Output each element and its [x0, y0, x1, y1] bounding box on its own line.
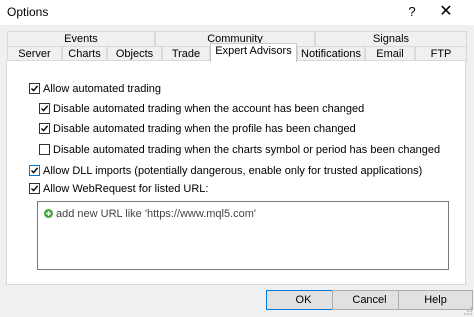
- tab-signals[interactable]: Signals: [315, 31, 467, 46]
- ok-button[interactable]: OK: [266, 290, 341, 310]
- allow-webrequest-label: Allow WebRequest for listed URL:: [43, 183, 209, 195]
- allow-automated-trading-checkbox[interactable]: [29, 83, 40, 94]
- window-title: Options: [7, 5, 49, 19]
- allow-dll-imports-label: Allow DLL imports (potentially dangerous…: [43, 165, 423, 177]
- tab-expert-advisors[interactable]: Expert Advisors: [210, 43, 297, 62]
- close-icon[interactable]: ✕: [427, 0, 465, 25]
- tab-charts[interactable]: Charts: [62, 46, 107, 61]
- disable-on-symbol-change-label: Disable automated trading when the chart…: [53, 144, 441, 156]
- add-url-placeholder[interactable]: add new URL like 'https://www.mql5.com': [56, 208, 256, 220]
- help-button[interactable]: Help: [398, 290, 473, 310]
- disable-on-account-change-label: Disable automated trading when the accou…: [53, 103, 365, 115]
- disable-on-profile-change-checkbox[interactable]: [39, 123, 50, 134]
- tab-events[interactable]: Events: [7, 31, 155, 46]
- webrequest-url-list[interactable]: add new URL like 'https://www.mql5.com': [37, 201, 449, 270]
- allow-webrequest-checkbox[interactable]: [29, 183, 40, 194]
- tab-notifications[interactable]: Notifications: [297, 46, 365, 61]
- tab-trade[interactable]: Trade: [162, 46, 210, 61]
- allow-automated-trading-label: Allow automated trading: [43, 83, 162, 95]
- add-url-icon[interactable]: [44, 209, 53, 218]
- disable-on-symbol-change-checkbox[interactable]: [39, 144, 50, 155]
- tab-objects[interactable]: Objects: [107, 46, 162, 61]
- tab-email[interactable]: Email: [365, 46, 415, 61]
- help-icon[interactable]: ?: [404, 3, 420, 21]
- tab-ftp[interactable]: FTP: [415, 46, 467, 61]
- title-bar: Options ? ✕: [0, 0, 474, 25]
- tab-server[interactable]: Server: [7, 46, 62, 61]
- disable-on-account-change-checkbox[interactable]: [39, 103, 50, 114]
- resize-grip-icon[interactable]: [464, 307, 472, 315]
- cancel-button[interactable]: Cancel: [332, 290, 407, 310]
- disable-on-profile-change-label: Disable automated trading when the profi…: [53, 123, 356, 135]
- allow-dll-imports-checkbox[interactable]: [29, 165, 40, 176]
